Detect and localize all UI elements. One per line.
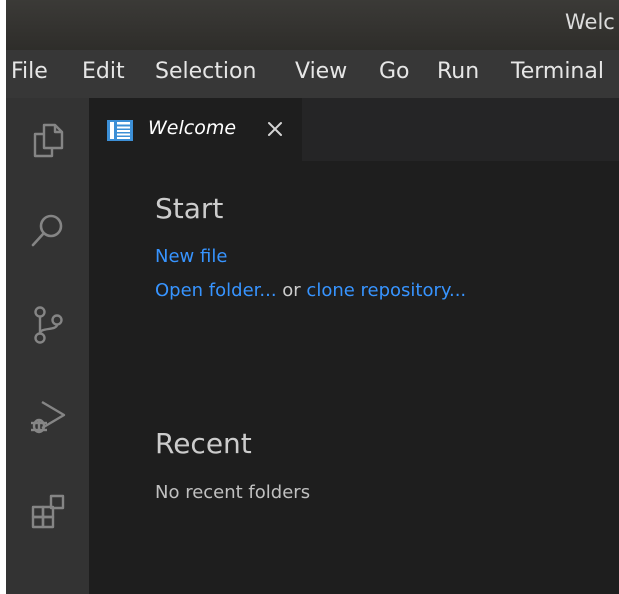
vscode-welcome-icon: [107, 120, 133, 141]
or-text: or: [276, 280, 307, 301]
start-heading: Start: [155, 192, 224, 225]
open-folder-link[interactable]: Open folder...: [155, 280, 277, 301]
title-bar: Welc: [6, 0, 619, 50]
menu-view[interactable]: View: [295, 59, 347, 84]
menu-bar: File Edit Selection View Go Run Terminal: [6, 50, 619, 98]
menu-terminal[interactable]: Terminal: [511, 59, 604, 84]
tab-welcome[interactable]: Welcome: [89, 98, 302, 161]
run-debug-icon[interactable]: [26, 394, 70, 438]
tab-strip: Welcome: [89, 98, 619, 161]
new-file-link[interactable]: New file: [155, 246, 227, 267]
menu-go[interactable]: Go: [379, 59, 410, 84]
search-icon[interactable]: [26, 208, 70, 252]
activity-bar: [6, 98, 89, 594]
menu-edit[interactable]: Edit: [82, 59, 125, 84]
extensions-icon[interactable]: [26, 490, 70, 534]
vscode-window: Welc File Edit Selection View Go Run Ter…: [6, 0, 619, 594]
recent-heading: Recent: [155, 427, 252, 460]
explorer-icon[interactable]: [26, 118, 70, 162]
clone-repository-link[interactable]: clone repository...: [306, 280, 466, 301]
no-recent-folders: No recent folders: [155, 482, 311, 503]
welcome-page: Start New file Open folder... or clone r…: [89, 161, 619, 594]
menu-run[interactable]: Run: [437, 59, 479, 84]
close-icon[interactable]: [264, 118, 286, 140]
menu-selection[interactable]: Selection: [155, 59, 256, 84]
source-control-icon[interactable]: [26, 303, 70, 347]
open-folder-row: Open folder... or clone repository...: [155, 280, 466, 301]
tab-label: Welcome: [148, 117, 237, 139]
menu-file[interactable]: File: [11, 59, 48, 84]
window-title: Welc: [565, 10, 615, 34]
new-file-row: New file: [155, 246, 227, 267]
